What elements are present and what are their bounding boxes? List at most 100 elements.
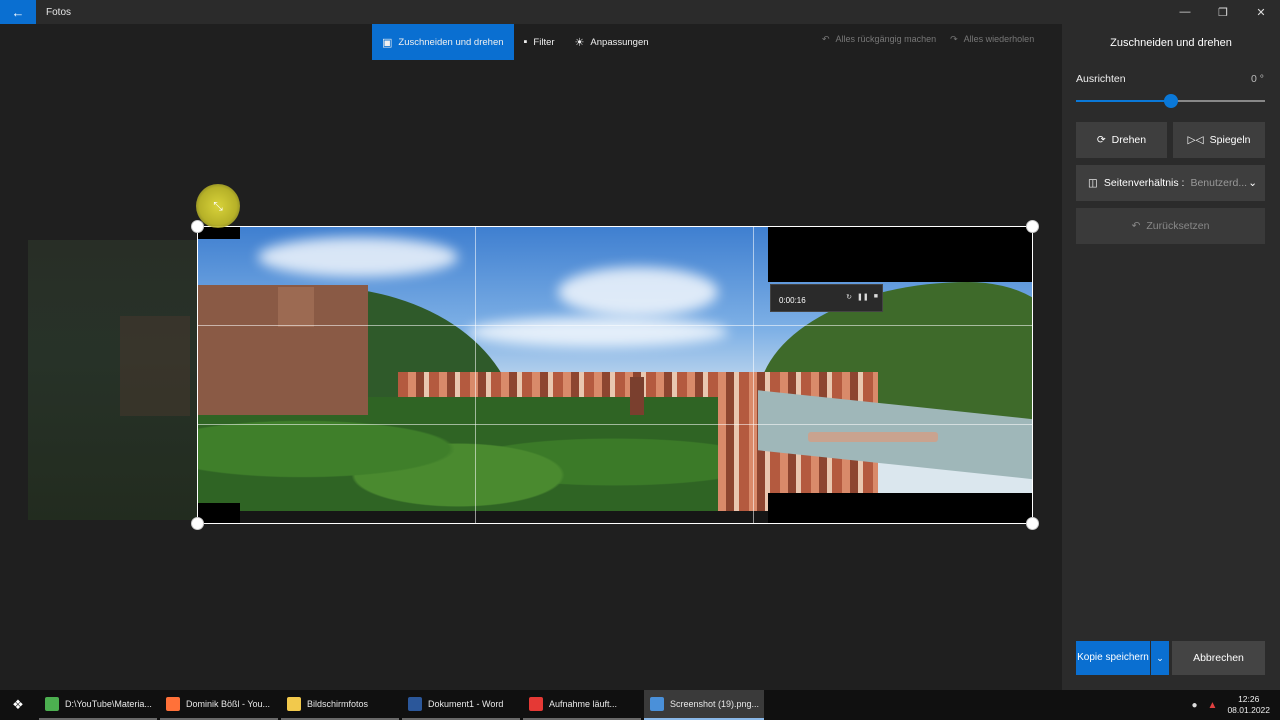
save-options-dropdown[interactable]: ⌄: [1151, 641, 1169, 675]
photo-cloud: [558, 267, 718, 317]
straighten-label: Ausrichten: [1076, 73, 1126, 85]
start-button[interactable]: ❖: [0, 690, 36, 720]
tab-filter-label: Filter: [533, 36, 555, 48]
title-bar: ← Fotos — ❐ ✕: [0, 0, 1280, 24]
redo-all-label: Alles wiederholen: [963, 34, 1035, 44]
cancel-button[interactable]: Abbrechen: [1172, 641, 1265, 675]
taskbar-item-label: Bildschirmfotos: [307, 699, 369, 709]
redo-all-button[interactable]: ↷ Alles wiederholen: [950, 34, 1034, 45]
filter-icon: ▪: [523, 36, 528, 48]
photos-icon: [650, 697, 664, 711]
panel-title: Zuschneiden und drehen: [1110, 37, 1232, 49]
taskbar-item[interactable]: Screenshot (19).png...: [644, 690, 764, 720]
tab-crop-rotate[interactable]: ▣ Zuschneiden und drehen: [372, 24, 514, 60]
resize-cursor-icon: ⤡: [213, 198, 223, 213]
microphone-icon[interactable]: ●: [1192, 700, 1198, 711]
clock[interactable]: 12:26 08.01.2022: [1227, 694, 1270, 716]
tab-crop-rotate-label: Zuschneiden und drehen: [398, 36, 504, 48]
undo-all-button[interactable]: ↶ Alles rückgängig machen: [822, 34, 936, 45]
taskbar-item[interactable]: Dokument1 - Word: [402, 690, 520, 720]
cropped-out-castle: [120, 316, 190, 416]
network-icon[interactable]: ▲: [1208, 700, 1218, 711]
rotate-label: Drehen: [1111, 134, 1147, 146]
mirror-label: Spiegeln: [1209, 134, 1251, 146]
windows-logo-icon: ❖: [12, 697, 24, 712]
chevron-down-icon: ⌄: [1156, 652, 1164, 663]
aspect-ratio-label: Seitenverhältnis :: [1103, 177, 1185, 189]
straighten-slider[interactable]: [1076, 94, 1265, 108]
word-icon: [408, 697, 422, 711]
reset-label: Zurücksetzen: [1146, 220, 1210, 232]
photo-black-corner: [198, 227, 240, 239]
windows-taskbar: ❖ D:\YouTube\Materia... Dominik Bößl - Yo…: [0, 690, 1280, 720]
app-title: Fotos: [46, 6, 72, 18]
taskbar-item-label: Screenshot (19).png...: [670, 699, 760, 709]
system-tray: ● ▲ 12:26 08.01.2022: [1192, 690, 1271, 720]
taskbar-item[interactable]: Dominik Bößl - You...: [160, 690, 278, 720]
photo-cloud: [468, 317, 728, 347]
photo-recorder-widget: 0:00:16 ↻ ❚❚ ■: [770, 284, 883, 312]
photo-cloud: [258, 237, 458, 277]
tab-adjustments[interactable]: ☀ Anpassungen: [565, 24, 659, 60]
taskbar-item[interactable]: D:\YouTube\Materia...: [39, 690, 157, 720]
crop-rotate-panel: Zuschneiden und drehen Ausrichten 0 ° ⟳ …: [1062, 24, 1280, 690]
redo-icon: ↷: [950, 33, 958, 44]
restore-button[interactable]: ❐: [1204, 0, 1242, 24]
reset-button[interactable]: ↶ Zurücksetzen: [1076, 208, 1265, 244]
back-button[interactable]: ←: [0, 0, 36, 24]
cursor-highlight: ⤡: [196, 184, 240, 228]
rotate-button[interactable]: ⟳ Drehen: [1076, 122, 1167, 158]
photo-preview[interactable]: 0:00:16 ↻ ❚❚ ■: [198, 227, 1032, 523]
close-button[interactable]: ✕: [1242, 0, 1280, 24]
straighten-slider-fill: [1076, 100, 1171, 102]
folder-icon: [287, 697, 301, 711]
aspect-ratio-dropdown[interactable]: ◫ Seitenverhältnis : Benutzerd... ⌄: [1076, 165, 1265, 201]
crop-handle-top-right[interactable]: [1026, 220, 1039, 233]
crop-grid-line: [198, 424, 1032, 425]
tab-adjustments-label: Anpassungen: [590, 36, 649, 48]
firefox-icon: [166, 697, 180, 711]
crop-icon: ▣: [382, 36, 393, 49]
taskbar-items: D:\YouTube\Materia... Dominik Bößl - You.…: [36, 690, 764, 720]
rotate-icon: ⟳: [1096, 134, 1106, 146]
photo-church: [630, 377, 644, 415]
recorder-time: 0:00:16: [779, 296, 806, 305]
edit-toolbar: ▣ Zuschneiden und drehen ▪ Filter ☀ Anpa…: [372, 24, 659, 60]
crop-handle-bottom-right[interactable]: [1026, 517, 1039, 530]
mirror-icon: ▷◁: [1187, 134, 1204, 146]
photo-black-corner: [198, 503, 240, 523]
chevron-down-icon: ⌄: [1248, 177, 1257, 189]
taskbar-item-label: Dominik Bößl - You...: [186, 699, 271, 709]
folder-icon: [45, 697, 59, 711]
save-copy-button[interactable]: Kopie speichern: [1076, 641, 1150, 675]
straighten-value: 0 °: [1251, 73, 1264, 85]
taskbar-item-label: D:\YouTube\Materia...: [65, 699, 152, 709]
aspect-ratio-value: Benutzerd...: [1190, 177, 1248, 189]
tab-filter[interactable]: ▪ Filter: [514, 24, 565, 60]
restart-icon: ↻: [846, 294, 853, 301]
minimize-button[interactable]: —: [1166, 0, 1204, 24]
taskbar-item[interactable]: Aufnahme läuft...: [523, 690, 641, 720]
reset-icon: ↶: [1131, 220, 1141, 232]
pause-icon: ❚❚: [857, 294, 869, 301]
undo-all-label: Alles rückgängig machen: [835, 34, 937, 44]
recorder-controls: ↻ ❚❚ ■: [846, 293, 878, 301]
taskbar-item-label: Aufnahme läuft...: [549, 699, 618, 709]
photo-black-area: [768, 227, 1032, 282]
taskbar-item[interactable]: Bildschirmfotos: [281, 690, 399, 720]
aspect-ratio-icon: ◫: [1088, 177, 1098, 189]
clock-date: 08.01.2022: [1227, 705, 1270, 715]
photo-castle-tower: [278, 287, 314, 327]
crop-grid-line: [753, 227, 754, 523]
straighten-slider-thumb[interactable]: [1163, 94, 1178, 108]
photo-bridge: [808, 432, 938, 442]
crop-handle-bottom-left[interactable]: [191, 517, 204, 530]
back-arrow-icon: ←: [11, 4, 25, 20]
mirror-button[interactable]: ▷◁ Spiegeln: [1173, 122, 1265, 158]
sun-icon: ☀: [574, 36, 585, 49]
recorder-icon: [529, 697, 543, 711]
photo-forest: [198, 397, 718, 523]
window-controls: — ❐ ✕: [1166, 0, 1280, 24]
clock-time: 12:26: [1238, 694, 1260, 704]
undo-icon: ↶: [822, 33, 830, 44]
